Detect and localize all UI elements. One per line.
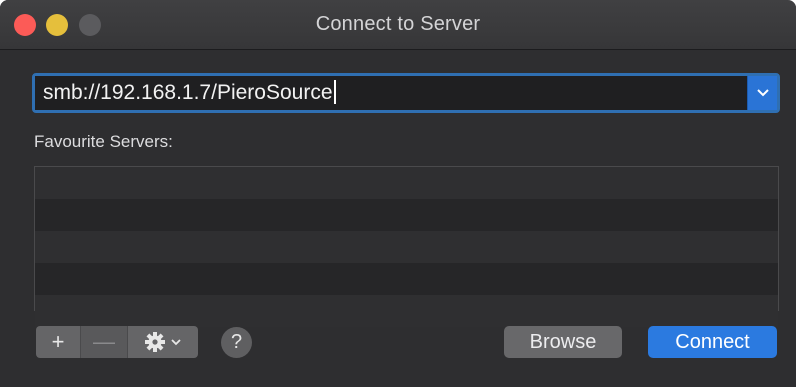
list-row-empty [35,199,778,231]
server-address-value: smb://192.168.1.7/PieroSource [43,81,333,104]
list-row-empty [35,167,778,199]
add-favourite-button[interactable]: + [36,326,81,358]
server-address-combobox[interactable]: smb://192.168.1.7/PieroSource [32,73,780,113]
chevron-down-icon [756,89,769,97]
server-address-input[interactable]: smb://192.168.1.7/PieroSource [35,76,749,110]
window-title: Connect to Server [315,13,481,35]
address-history-dropdown-button[interactable] [747,76,777,110]
list-row-empty [35,231,778,263]
list-row-empty [35,263,778,295]
action-menu-button[interactable] [128,326,198,358]
remove-favourite-button[interactable]: — [81,326,128,358]
text-caret [333,79,336,104]
connect-button[interactable]: Connect [648,326,777,358]
help-button[interactable]: ? [221,327,252,358]
title-bar[interactable]: Connect to Server [0,0,796,50]
connect-to-server-window: Connect to Server smb://192.168.1.7/Pier… [0,0,796,387]
chevron-down-icon [171,339,181,346]
gear-icon [145,332,165,352]
favourite-servers-label: Favourite Servers: [34,132,173,151]
favourite-servers-list[interactable] [34,166,779,327]
list-row-empty [35,295,778,327]
favourites-edit-controls: + — [36,326,198,358]
browse-button[interactable]: Browse [504,326,622,358]
